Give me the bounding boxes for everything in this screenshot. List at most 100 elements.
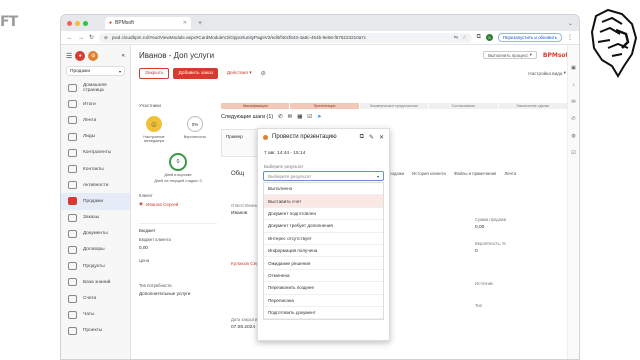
url-field[interactable]: ⊖ pwd.cloudbpm.ru/0%u0ViewModule.aspx#Ca… [99,32,472,43]
hamburger-menu-icon[interactable]: ☰ [66,52,72,60]
sidebar-item[interactable]: Проекты [61,323,130,339]
execute-process-button[interactable]: Выполнить процесс ▾ [483,51,537,59]
profile-avatar[interactable]: S [485,34,493,41]
workplace-select-value: Продажи [70,68,91,74]
detail-tab[interactable]: Лента [504,171,516,176]
sidebar-item-label: Заказы [83,215,100,221]
edit-icon[interactable]: ✎ [369,134,374,141]
source-field: Источник [475,281,493,286]
budget-value[interactable]: 0,00 [139,245,217,250]
tab-list-chevron-icon[interactable]: ⌄ [568,20,573,27]
settings-gear-icon[interactable]: ⚙ [88,51,99,61]
telegram-icon[interactable]: ➤ [317,114,322,120]
result-option[interactable]: Перезвонить позднее [264,282,383,295]
sidebar-item[interactable]: Итоги [61,96,130,112]
sidebar-item[interactable]: Счета [61,290,130,306]
result-option[interactable]: Подготовить документ [264,307,383,320]
close-button[interactable]: Закрыть [139,67,170,79]
result-option[interactable]: Информация получена [264,245,383,258]
result-option[interactable]: Ожидание решения [264,257,383,270]
workplace-select[interactable]: Продажи ▾ [66,66,125,76]
sidebar-item-label: Документы [83,231,108,237]
sidebar-item[interactable]: Документы [61,226,130,242]
browser-menu-icon[interactable]: ⋮ [567,34,573,41]
stage-step[interactable]: Презентация [290,103,359,109]
close-tab-icon[interactable]: ✕ [183,20,187,26]
translate-icon[interactable]: ⇆ [454,35,458,41]
minimize-window-dot[interactable] [75,20,80,26]
sidebar-item[interactable]: Домашняя страница [61,80,130,96]
sidebar-item-icon [68,100,77,109]
result-options-list: Выполнено Выставить счет Документ подготов… [263,182,384,321]
stage-step[interactable]: Заключение сделки [498,103,568,109]
result-option[interactable]: Переписана [264,295,383,307]
sidebar-item[interactable]: Заказы [61,210,130,226]
result-option[interactable]: Документ подготовлен [264,208,383,221]
client-label: Клиент [139,193,153,198]
extensions-icon[interactable]: ⧉ [477,34,481,41]
result-option[interactable]: Документ требует дополнения [264,220,383,233]
back-icon[interactable]: ← [67,35,73,41]
right-panel: Квалификация Презентация Коммерческое пред… [221,103,568,123]
sidebar-item[interactable]: Продукты [61,258,130,274]
feed-icon[interactable]: ▣ [571,65,576,71]
smiley-icon[interactable]: ☺ [146,116,162,132]
sidebar-item[interactable]: База знаний [61,274,130,290]
sidebar-item[interactable]: Лиды [61,129,130,145]
detail-tab[interactable]: Файлы и примечания [454,171,497,176]
maximize-window-dot[interactable] [83,20,88,26]
forward-icon[interactable]: → [78,35,84,41]
bookmark-star-icon[interactable]: ☆ [462,35,466,41]
sidebar-item[interactable]: Лента [61,112,130,128]
sidebar-item[interactable]: Продажи [61,193,130,210]
sidebar-item[interactable]: Контрагенты [61,145,130,161]
sidebar-item[interactable]: Активности [61,177,130,193]
days-on-stage-label: Дней на текущей стадии: 0 [154,179,202,183]
detail-tab[interactable]: История клиента [412,171,446,176]
sidebar-item-label: Продукты [83,263,105,269]
stage-step[interactable]: Квалификация [221,103,290,109]
close-icon[interactable]: ✕ [379,134,384,141]
result-option[interactable]: Интерес отсутствует [264,233,383,245]
tasks-icon[interactable]: ☑ [571,150,575,156]
task-icon[interactable]: ☑ [307,114,312,120]
sidebar-item[interactable]: Договоры [61,242,130,258]
collapse-sidebar-icon[interactable]: « [122,53,125,59]
sidebar-item[interactable]: Чаты [61,307,130,323]
notifications-icon[interactable]: ♪ [572,82,575,88]
result-option[interactable]: Отменена [264,270,383,283]
client-link[interactable]: ◉ Иванов Сергей [139,201,217,207]
mail-icon[interactable]: ✉ [288,114,293,120]
result-option[interactable]: Выполнено [264,183,383,196]
reload-icon[interactable]: ↻ [89,34,94,41]
phone-icon[interactable]: ✆ [571,116,575,122]
need-type-value[interactable]: Дополнительные услуги [139,291,217,296]
stage-step[interactable]: Коммерческое предложение [359,103,429,109]
site-info-icon[interactable]: ⊖ [104,35,108,41]
result-option[interactable]: Выставить счет [264,195,383,208]
pin-icon[interactable]: ⊘ [261,70,266,77]
add-order-button[interactable]: Добавить заказ [173,67,218,79]
bell-icon[interactable]: ◍ [571,133,575,139]
new-tab-icon[interactable]: + [198,20,202,27]
phone-icon[interactable]: ✆ [278,114,283,120]
actions-dropdown[interactable]: Действия ▾ [222,68,257,79]
close-window-dot[interactable] [67,20,72,26]
general-info-title: Общ [231,171,245,177]
date-value[interactable]: 07.08.2024 [231,325,259,330]
sidebar-item-label: Контрагенты [83,150,112,156]
open-external-icon[interactable]: ⧉ [360,134,364,141]
calendar-icon[interactable]: ▦ [297,114,302,120]
chat-icon[interactable]: ✉ [571,99,575,105]
record-icon[interactable]: ● [75,51,86,61]
browser-tab[interactable]: ● BPMsoft ✕ [105,17,191,29]
sidebar-item[interactable]: Контакты [61,161,130,177]
view-settings-button[interactable]: Настройка вида ▾ [523,68,571,79]
result-select[interactable]: Выберите результат ▾ [263,171,384,181]
probability-label: Вероятность [183,135,207,139]
amount-value[interactable]: 0,00 [475,225,506,230]
stage-step[interactable]: Согласование [429,103,498,109]
prob-value[interactable]: 0 [475,249,506,254]
sidebar-item-label: Проекты [83,328,103,334]
relaunch-button[interactable]: Перезапустить и обновить [497,33,562,42]
